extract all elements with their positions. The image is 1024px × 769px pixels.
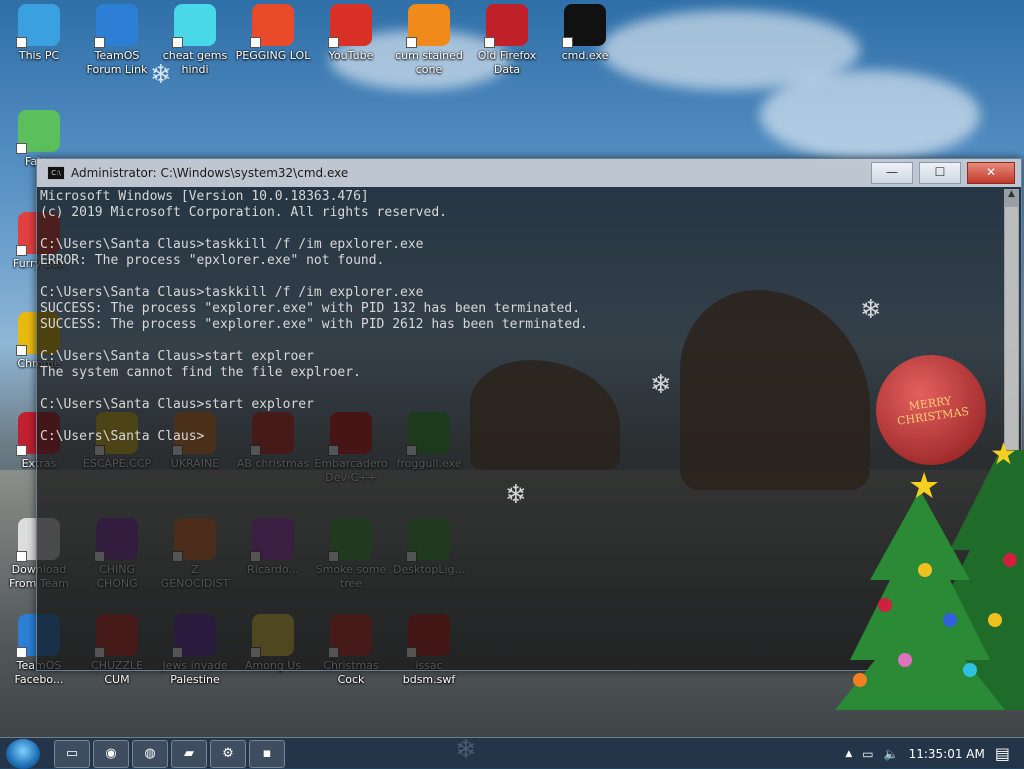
console-line: (c) 2019 Microsoft Corporation. All righ… [40,205,447,220]
tray-overflow-icon[interactable]: ▲ [845,749,852,759]
console-line: Microsoft Windows [Version 10.0.18363.47… [40,189,369,204]
cmd-window-title: Administrator: C:\Windows\system32\cmd.e… [71,166,349,180]
desktop-icon-image [16,4,60,48]
console-line: C:\Users\Santa Claus>start explroer [40,349,314,364]
console-line: The system cannot find the file explroer… [40,365,361,380]
desktop-icon-label: cum stained cone [395,49,463,76]
settings-icon[interactable]: ⚙ [210,739,246,768]
snowflake-icon: ❄ [650,370,672,400]
desktop-icon-image [16,110,60,154]
notifications-icon[interactable]: ▤ [995,744,1010,763]
cmd-icon[interactable]: ▪ [249,739,285,768]
desktop-icon-image [250,4,294,48]
cmd-icon: C:\ [47,166,65,180]
console-line: ERROR: The process "epxlorer.exe" not fo… [40,253,385,268]
svg-text:★: ★ [908,466,940,507]
system-tray: ▲ ▭ 🔈 11:35:01 AM ▤ [845,738,1024,769]
desktop-icon-image [562,4,606,48]
christmas-ornament: MERRY CHRISTMAS [876,355,986,465]
volume-icon[interactable]: 🔈 [884,747,899,761]
chrome-icon[interactable]: ◉ [93,739,129,768]
desktop-icon-label: PEGGING LOL [235,49,311,62]
desktop-icon-image [94,4,138,48]
minimize-button[interactable]: — [871,162,913,184]
snowflake-icon: ❄ [505,480,527,510]
desktop-icon-image [406,4,450,48]
taskbar: ▭ ◉ ◍ ▰ ⚙ ▪ ▲ ▭ 🔈 11:35:01 AM ▤ [0,737,1024,769]
file-explorer-icon[interactable]: ▰ [171,739,207,768]
svg-text:★: ★ [990,437,1017,472]
desktop-icon-label: YouTube [328,49,374,62]
desktop-icon[interactable]: cum stained cone [390,4,468,77]
scroll-up-icon[interactable]: ▲ [1004,189,1019,205]
snowflake-icon: ❄ [860,295,882,325]
console-line: C:\Users\Santa Claus>taskkill /f /im exp… [40,285,424,300]
desktop-icon-image [172,4,216,48]
desktop-icon[interactable]: cmd.exe [546,4,624,63]
maximize-button[interactable]: ☐ [919,162,961,184]
desktop-icon[interactable]: Old Firefox Data [468,4,546,77]
task-view-icon[interactable]: ▭ [54,739,90,768]
desktop-icon[interactable]: TeamOS Forum Link [78,4,156,77]
desktop-icon-image [484,4,528,48]
christmas-tree-icon: ★ ★ [835,437,1024,710]
desktop-icon-label: TeamOS Forum Link [86,49,148,76]
cmd-title-bar[interactable]: C:\ Administrator: C:\Windows\system32\c… [37,159,1021,187]
clock[interactable]: 11:35:01 AM [909,747,985,761]
start-orb-icon[interactable] [6,738,40,769]
desktop-icon-image [328,4,372,48]
desktop-icon[interactable]: PEGGING LOL [234,4,312,63]
close-button[interactable]: ✕ [967,162,1015,184]
desktop-icon[interactable]: This PC [0,4,78,63]
firefox-icon[interactable]: ◍ [132,739,168,768]
console-line: SUCCESS: The process "explorer.exe" with… [40,317,588,332]
network-icon[interactable]: ▭ [862,747,873,761]
desktop-icon[interactable]: YouTube [312,4,390,63]
ornament-text: MERRY CHRISTMAS [896,394,970,428]
console-line: C:\Users\Santa Claus>start explorer [40,397,314,412]
desktop-icon-label: This PC [18,49,60,62]
desktop-icon-label: cmd.exe [561,49,609,62]
desktop-icon-label: Old Firefox Data [477,49,537,76]
console-line: SUCCESS: The process "explorer.exe" with… [40,301,581,316]
snowflake-icon: ❄ [150,60,172,90]
console-line: C:\Users\Santa Claus>taskkill /f /im epx… [40,237,424,252]
